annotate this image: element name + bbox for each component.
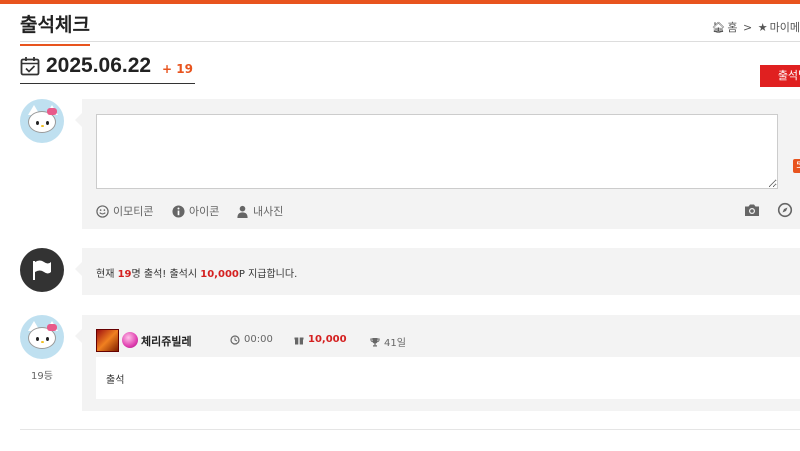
breadcrumb-separator: > [743,21,753,34]
avatar [20,99,64,143]
page-title: 출석체크 [20,10,90,46]
entry-points-value: 10,000 [308,334,347,345]
star-icon: ★ [757,21,768,34]
icon-button[interactable]: 아이콘 [172,203,219,219]
notice-avatar [20,248,64,292]
checkin-button[interactable]: 출석달 [760,65,800,87]
entry-points: 10,000 [294,334,347,345]
notice-text: 현재 19명 출석! 출석시 10,000P 지급합니다. [96,265,297,280]
flag-icon [33,260,51,280]
entry-days: 41일 [370,334,406,349]
photo-label: 내사진 [253,205,284,218]
notice-suffix: P 지급합니다. [238,269,298,280]
compass-icon[interactable] [777,202,793,218]
comment-input[interactable] [96,114,778,189]
member-ball-icon [122,332,138,348]
entry-text: 출석 [106,375,125,386]
emoticon-label: 이모티콘 [113,205,154,218]
notice-count: 19 [117,269,132,280]
list-item: 체리쥬빌레 00:00 10,000 41일 출석 [75,315,800,411]
entry-time-value: 00:00 [244,334,273,345]
date-label: 2025.06.22 [46,54,152,77]
photo-button[interactable]: 내사진 [236,203,283,219]
attendance-notice: 현재 19명 출석! 출석시 10,000P 지급합니다. [75,248,800,295]
notice-prefix: 현재 [96,269,118,280]
entry-time: 00:00 [230,334,273,345]
gift-icon [294,337,304,344]
emoticon-button[interactable]: 이모티콘 [96,203,153,219]
comment-badge: 5 [793,159,800,173]
smile-icon [96,204,109,218]
breadcrumb-home[interactable]: 홈 [727,21,737,34]
comment-form: 5 이모티콘 아이콘 내사진 [75,99,800,229]
entry-days-value: 41일 [384,338,406,349]
entry-header: 체리쥬빌레 00:00 10,000 41일 [82,315,800,357]
notice-mid: 명 출석! 출석시 [131,269,201,280]
divider [20,429,800,430]
info-icon [172,204,185,218]
level-icon [96,329,119,352]
attendance-count: + 19 [162,62,193,76]
entry-avatar [20,315,64,359]
home-icon[interactable]: 🏠︎ [711,21,725,34]
trophy-icon [370,337,380,346]
date-selector: 2025.06.22 + 19 [20,54,195,84]
entry-rank: 19등 [31,371,53,382]
breadcrumb: 🏠︎ 홈 > ★ 마이메 [709,19,800,35]
page-header: 출석체크 🏠︎ 홈 > ★ 마이메 [20,4,800,46]
clock-icon [230,334,240,345]
calendar-icon[interactable] [20,56,40,76]
entry-nickname[interactable]: 체리쥬빌레 [141,333,192,349]
breadcrumb-current[interactable]: 마이메 [770,21,800,34]
camera-icon[interactable] [744,202,760,218]
notice-points: 10,000 [200,269,239,280]
icon-label: 아이콘 [189,205,220,218]
entry-body: 출석 [96,357,800,399]
user-icon [237,205,248,218]
